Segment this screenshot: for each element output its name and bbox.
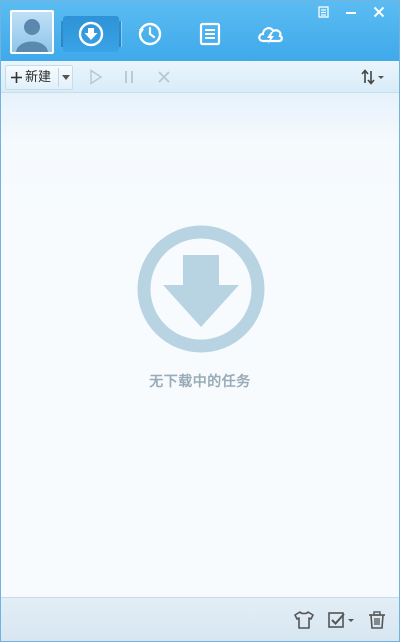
skin-button[interactable] — [309, 2, 337, 22]
new-task-label: 新建 — [25, 70, 52, 85]
batch-select-button[interactable] — [327, 608, 357, 632]
skin-icon — [318, 6, 329, 18]
header-bar — [1, 1, 399, 61]
skin-shirt-icon — [294, 611, 314, 629]
task-list-area: 无下载中的任务 — [1, 93, 399, 597]
plus-icon — [11, 72, 22, 83]
empty-download-illustration — [136, 224, 266, 354]
cloud-icon — [258, 27, 283, 44]
pause-button[interactable] — [119, 67, 139, 87]
sort-icon — [361, 69, 384, 85]
history-icon — [138, 22, 162, 46]
tab-history[interactable] — [122, 16, 178, 52]
new-task-dropdown[interactable] — [60, 66, 72, 89]
minimize-icon — [346, 12, 356, 14]
sort-button[interactable] — [359, 66, 389, 88]
new-button-divider — [58, 68, 59, 87]
toolbar: 新建 — [1, 61, 399, 93]
tab-completed[interactable] — [182, 16, 238, 52]
tab-cloud[interactable] — [242, 16, 298, 52]
download-manager-window: 新建 无下载中的任务 — [0, 0, 400, 642]
start-button[interactable] — [86, 67, 106, 87]
pause-icon — [125, 71, 133, 83]
minimize-button[interactable] — [337, 2, 365, 22]
chevron-down-icon — [62, 75, 70, 80]
avatar-silhouette-icon — [16, 19, 48, 52]
user-avatar[interactable] — [10, 10, 54, 54]
check-select-icon — [328, 612, 354, 628]
close-icon — [373, 6, 385, 18]
list-icon — [199, 22, 221, 46]
empty-state-text: 无下载中的任务 — [149, 374, 251, 390]
tab-downloading[interactable] — [63, 16, 119, 52]
bottom-bar — [1, 597, 399, 641]
nav-separator — [119, 21, 121, 47]
trash-icon — [369, 611, 385, 629]
play-icon — [90, 69, 103, 85]
window-controls — [309, 1, 393, 23]
skin-change-button[interactable] — [292, 608, 316, 632]
recycle-bin-button[interactable] — [365, 608, 389, 632]
new-task-button[interactable]: 新建 — [5, 65, 73, 90]
download-icon — [78, 21, 104, 47]
delete-icon — [158, 71, 170, 83]
delete-task-button[interactable] — [154, 67, 174, 87]
empty-download-icon — [137, 225, 265, 353]
close-button[interactable] — [365, 2, 393, 22]
